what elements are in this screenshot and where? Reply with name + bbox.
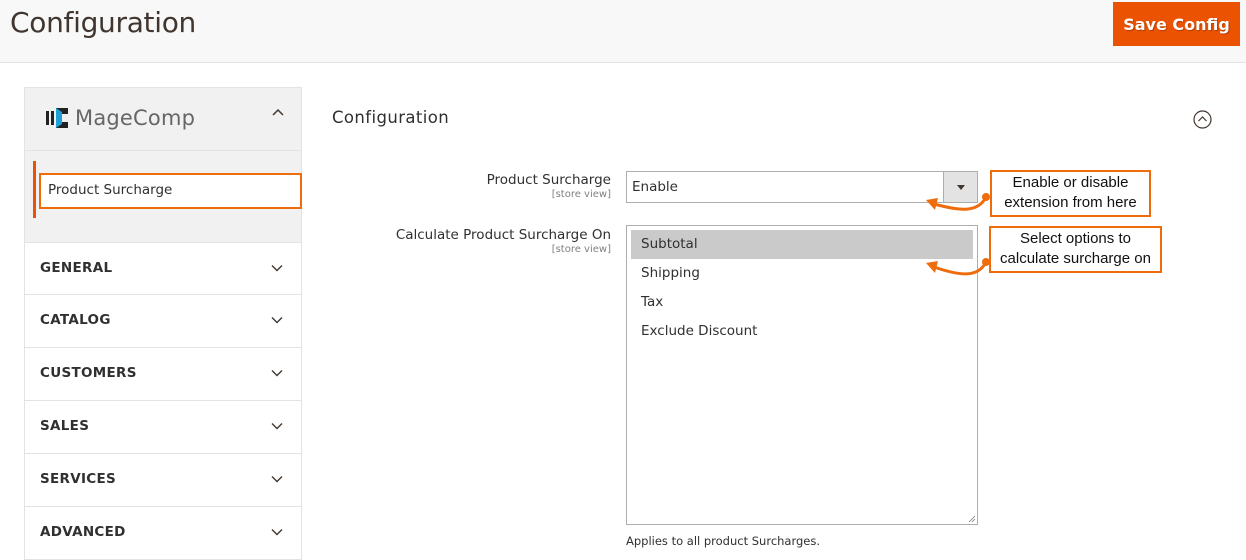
chevron-down-icon xyxy=(271,529,283,536)
field-label-text: Product Surcharge xyxy=(486,172,611,188)
section-label: CATALOG xyxy=(40,312,111,328)
brand-name: MageComp xyxy=(75,106,196,130)
sidebar-spacer xyxy=(24,230,302,242)
magecomp-logo-icon xyxy=(46,108,68,128)
sidebar-section-services[interactable]: SERVICES xyxy=(24,454,302,507)
sidebar-item-product-surcharge[interactable]: Product Surcharge xyxy=(39,173,302,209)
chevron-down-icon xyxy=(271,476,283,483)
scope-label: [store view] xyxy=(551,189,611,200)
option-exclude-discount[interactable]: Exclude Discount xyxy=(631,317,973,346)
sidebar-section-advanced[interactable]: ADVANCED xyxy=(24,507,302,560)
sidebar-section-customers[interactable]: CUSTOMERS xyxy=(24,348,302,401)
chevron-down-icon xyxy=(271,317,283,324)
callout-text: calculate surcharge on xyxy=(1000,250,1151,267)
chevron-down-icon xyxy=(271,370,283,377)
sidebar-brand-tab[interactable]: MageComp xyxy=(24,87,302,150)
section-label: GENERAL xyxy=(40,260,113,276)
magecomp-logo: MageComp xyxy=(45,106,195,130)
select-value: Enable xyxy=(632,179,678,195)
callout-enable-disable: Enable or disable extension from here xyxy=(990,170,1151,217)
section-label: ADVANCED xyxy=(40,524,126,540)
option-tax[interactable]: Tax xyxy=(631,288,973,317)
chevron-down-icon xyxy=(271,265,283,272)
callout-arrow-icon xyxy=(926,193,990,211)
page-title: Configuration xyxy=(10,6,196,39)
calculate-on-label: Calculate Product Surcharge On [store vi… xyxy=(396,227,611,255)
sidebar-section-sales[interactable]: SALES xyxy=(24,401,302,454)
section-title: Configuration xyxy=(332,108,450,127)
section-label: CUSTOMERS xyxy=(40,365,137,381)
scope-label: [store view] xyxy=(551,244,611,255)
callout-text: Select options to xyxy=(1020,230,1131,247)
section-label: SALES xyxy=(40,418,90,434)
save-config-button[interactable]: Save Config xyxy=(1113,2,1240,46)
chevron-up-icon[interactable] xyxy=(271,106,285,120)
callout-select-options: Select options to calculate surcharge on xyxy=(989,226,1162,273)
product-surcharge-label: Product Surcharge [store view] xyxy=(487,172,611,200)
resize-grip-icon[interactable] xyxy=(968,515,976,523)
callout-arrow-icon xyxy=(926,258,990,276)
config-sidebar: MageComp Product Surcharge GENERAL CATAL… xyxy=(24,87,302,560)
callout-text: extension from here xyxy=(1004,194,1137,211)
field-label-text: Calculate Product Surcharge On xyxy=(395,227,611,243)
active-indicator xyxy=(33,161,36,218)
chevron-down-icon xyxy=(271,423,283,430)
page-header: Configuration Save Config xyxy=(0,0,1246,63)
callout-text: Enable or disable xyxy=(1012,174,1129,191)
section-label: SERVICES xyxy=(40,471,117,487)
field-note: Applies to all product Surcharges. xyxy=(626,534,821,548)
sidebar-section-general[interactable]: GENERAL xyxy=(24,242,302,295)
collapse-section-icon[interactable] xyxy=(1193,110,1212,129)
sidebar-section-catalog[interactable]: CATALOG xyxy=(24,295,302,348)
sidebar-subitems: Product Surcharge xyxy=(24,150,302,230)
